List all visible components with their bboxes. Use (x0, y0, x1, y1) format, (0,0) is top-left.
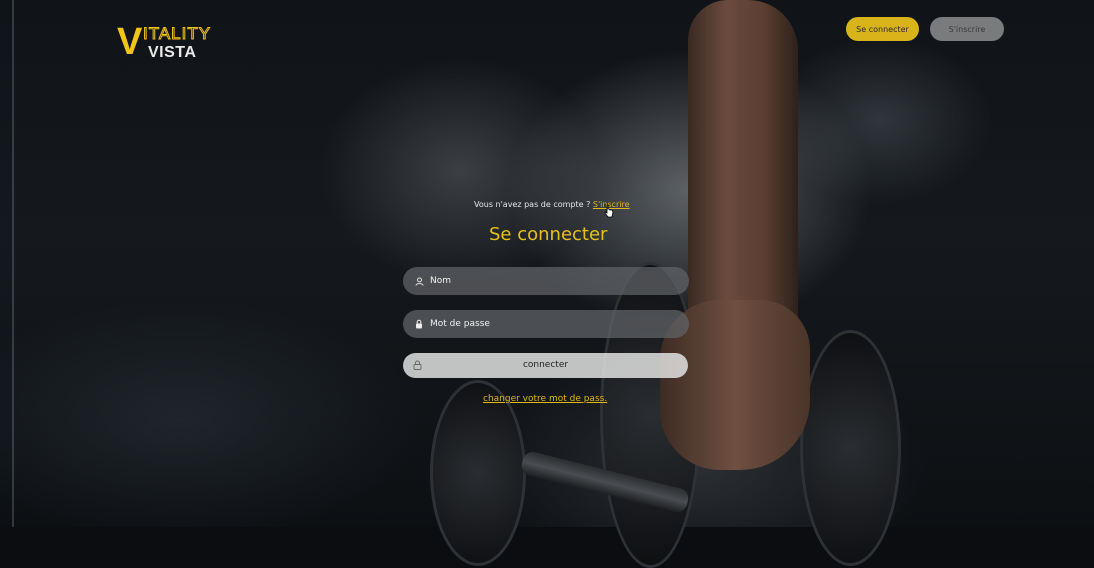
signup-nav-button[interactable]: S'inscrire (930, 17, 1004, 41)
decorative-rule (12, 0, 14, 527)
user-icon (414, 276, 424, 286)
change-password-link[interactable]: changer votre mot de pass. (483, 394, 607, 404)
password-field[interactable] (403, 310, 689, 338)
dumbbell-plate (430, 380, 526, 566)
lock-icon (414, 319, 424, 329)
background-image (0, 0, 1094, 527)
logo: V ITALITY VISTA (117, 21, 237, 66)
logo-bottom-text: VISTA (148, 44, 197, 61)
pointer-cursor-icon (604, 204, 614, 218)
logo-letter: V (117, 21, 143, 63)
logo-top-text: ITALITY (142, 24, 212, 44)
dumbbell-plate (800, 330, 901, 566)
login-nav-button[interactable]: Se connecter (846, 17, 919, 41)
connect-button[interactable]: connecter (403, 353, 688, 378)
page-title: Se connecter (489, 224, 608, 245)
no-account-text: Vous n'avez pas de compte ? (474, 200, 591, 209)
password-input[interactable] (430, 319, 670, 329)
name-field[interactable] (403, 267, 689, 295)
connect-button-label: connecter (522, 360, 569, 370)
name-input[interactable] (430, 276, 670, 286)
